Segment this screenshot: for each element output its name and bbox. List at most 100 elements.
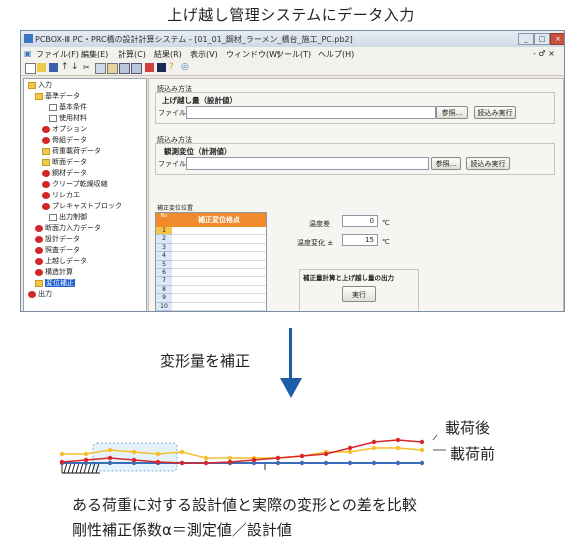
- tree-item[interactable]: 出力: [28, 290, 52, 299]
- measured-value-group: 観測変位（計測値） ファイル名 参照... 読込み実行: [155, 143, 555, 175]
- save-icon[interactable]: [49, 63, 58, 72]
- menu-help[interactable]: ヘルプ(H): [318, 49, 354, 60]
- close-button[interactable]: ×: [550, 33, 564, 45]
- tree-item[interactable]: 鋼材データ: [42, 169, 87, 178]
- row-number[interactable]: 5: [156, 260, 172, 269]
- design-load-button[interactable]: 読込み実行: [474, 106, 516, 119]
- baseline-point: [347, 460, 353, 466]
- grid-cell[interactable]: [172, 244, 266, 253]
- support-hatch: [79, 462, 84, 474]
- new-icon[interactable]: [25, 63, 36, 74]
- menu-calc[interactable]: 計算(C): [118, 49, 146, 60]
- copy-icon[interactable]: [95, 63, 106, 74]
- document-icon: [49, 103, 57, 111]
- tree-item[interactable]: 基本条件: [49, 103, 87, 112]
- row-number[interactable]: 8: [156, 285, 172, 295]
- description-line-2: 剛性補正係数α＝測定値／設計値: [72, 521, 292, 539]
- tree-item[interactable]: 荷重載荷データ: [42, 147, 101, 156]
- tree-item[interactable]: 入力: [28, 81, 52, 90]
- row-number[interactable]: 6: [156, 269, 172, 278]
- menu-view[interactable]: 表示(V): [190, 49, 218, 60]
- tree-item[interactable]: 基準データ: [35, 92, 80, 101]
- tree-item-label: 出力: [38, 290, 52, 298]
- after-load-point: [347, 445, 353, 451]
- info-icon[interactable]: ◎: [181, 63, 190, 72]
- help-icon[interactable]: ?: [169, 63, 178, 72]
- grid-cell[interactable]: [172, 286, 266, 295]
- tree-item[interactable]: 断面データ: [42, 158, 87, 167]
- calc-icon[interactable]: [119, 63, 130, 74]
- row-number[interactable]: 7: [156, 277, 172, 286]
- status-dot-icon: [35, 235, 43, 243]
- tree-item[interactable]: 骨組データ: [42, 136, 87, 145]
- graph-icon[interactable]: [157, 63, 166, 72]
- menu-edit[interactable]: 編集(E): [81, 49, 108, 60]
- row-number[interactable]: 2: [156, 235, 172, 244]
- row-number[interactable]: 1: [156, 227, 172, 236]
- up-arrow-icon[interactable]: ↑: [61, 63, 70, 72]
- before-load-point: [179, 449, 185, 455]
- tree-item[interactable]: 出力制御: [49, 213, 87, 222]
- measured-file-input[interactable]: [186, 157, 429, 170]
- design-browse-button[interactable]: 参照...: [436, 106, 468, 119]
- tree-item-label: 鋼材データ: [52, 169, 87, 177]
- support-hatch: [75, 462, 80, 474]
- node-grid[interactable]: No 補正変位格点 1 2 3 4 5 6 7 8 9 10: [155, 212, 267, 311]
- tree-item[interactable]: 設計データ: [35, 235, 80, 244]
- row-number[interactable]: 3: [156, 243, 172, 253]
- grid-cell[interactable]: [172, 269, 266, 278]
- tree-item[interactable]: プレキャストブロック: [42, 202, 122, 211]
- tree-item[interactable]: リレカエ: [42, 191, 80, 200]
- maximize-button[interactable]: □: [534, 33, 550, 45]
- after-load-point: [275, 455, 281, 461]
- grid-cell[interactable]: [172, 294, 266, 303]
- tree-item[interactable]: 照査データ: [35, 246, 80, 255]
- status-dot-icon: [42, 169, 50, 177]
- result-icon[interactable]: [131, 63, 142, 74]
- tree-item[interactable]: 上越しデータ: [35, 257, 87, 266]
- paste-icon[interactable]: [107, 63, 118, 74]
- tree-item[interactable]: 使用材料: [49, 114, 87, 123]
- tree-item[interactable]: 断面力入力データ: [35, 224, 101, 233]
- open-icon[interactable]: [37, 63, 46, 72]
- baseline-point: [299, 460, 305, 466]
- tree-item[interactable]: オプション: [42, 125, 87, 134]
- grid-cell[interactable]: [172, 227, 266, 236]
- temp-change-input[interactable]: 15: [342, 234, 378, 246]
- minimize-button[interactable]: _: [518, 33, 534, 45]
- grid-cell[interactable]: [172, 252, 266, 261]
- grid-cell[interactable]: [172, 277, 266, 286]
- grid-cell[interactable]: [172, 235, 266, 244]
- before-load-point: [227, 455, 233, 461]
- tree-item-label: 荷重載荷データ: [52, 147, 101, 155]
- cut-icon[interactable]: ✂: [83, 63, 92, 72]
- tree-item-label: 上越しデータ: [45, 257, 87, 265]
- stop-icon[interactable]: [145, 63, 154, 72]
- menu-tools[interactable]: ツール(T): [276, 49, 311, 60]
- row-number[interactable]: 9: [156, 294, 172, 303]
- grid-header[interactable]: 補正変位格点: [172, 213, 266, 227]
- down-arrow-icon[interactable]: ↓: [71, 63, 80, 72]
- row-number[interactable]: 4: [156, 252, 172, 261]
- menu-result[interactable]: 結果(R): [154, 49, 182, 60]
- grid-caption: 補正変位位置: [157, 205, 194, 212]
- tree-item[interactable]: 変位補正: [35, 279, 75, 288]
- tree-item[interactable]: 構造計算: [35, 268, 73, 277]
- measured-load-button[interactable]: 読込み実行: [466, 157, 510, 170]
- baseline-point: [275, 460, 281, 466]
- mdi-controls[interactable]: - ♂ ×: [533, 49, 555, 58]
- temp-input[interactable]: 0: [342, 215, 378, 227]
- grid-cell[interactable]: [172, 261, 266, 269]
- grid-cell[interactable]: [172, 303, 266, 311]
- execute-button[interactable]: 実行: [342, 286, 376, 302]
- after-load-point: [323, 451, 329, 457]
- menu-file[interactable]: ファイル(F): [36, 49, 79, 60]
- before-load-point: [155, 451, 161, 457]
- tree-item-label: プレキャストブロック: [52, 202, 122, 210]
- measured-browse-button[interactable]: 参照...: [431, 157, 461, 170]
- grid-corner: No: [156, 213, 173, 227]
- row-number[interactable]: 10: [156, 302, 172, 311]
- design-file-input[interactable]: [186, 106, 436, 119]
- tree-item[interactable]: クリープ乾燥収縮: [42, 180, 108, 189]
- menu-window[interactable]: ウィンドウ(W): [226, 49, 280, 60]
